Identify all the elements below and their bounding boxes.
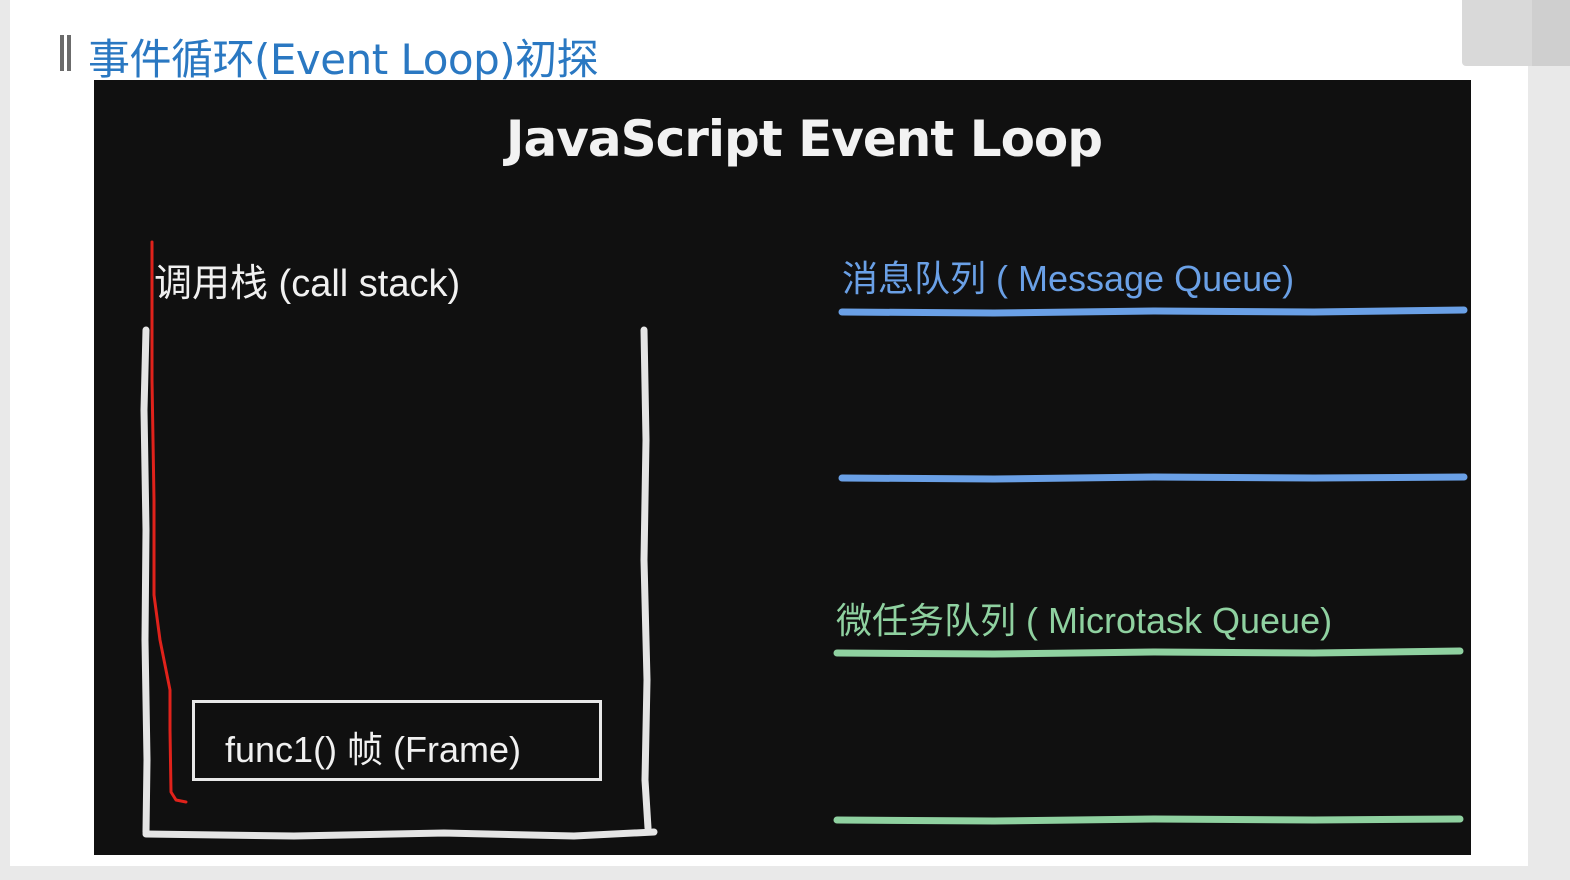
title-accent-bar xyxy=(60,35,71,71)
stack-frame: func1() 帧 (Frame) xyxy=(192,700,602,781)
call-stack-right-wall xyxy=(640,326,652,832)
event-loop-diagram: JavaScript Event Loop 调用栈 (call stack) f… xyxy=(94,80,1471,855)
call-stack-label: 调用栈 (call stack) xyxy=(154,263,461,305)
page-title: 事件循环(Event Loop)初探 xyxy=(88,35,599,84)
message-queue-label: 消息队列 ( Message Queue) xyxy=(842,258,1295,299)
message-queue-top-line xyxy=(838,306,1468,317)
microtask-queue-top-line xyxy=(833,647,1464,658)
stack-frame-label: func1() 帧 (Frame) xyxy=(225,729,522,770)
call-stack-bottom xyxy=(142,828,658,840)
red-annotation-stroke xyxy=(150,240,188,804)
corner-tab-edge xyxy=(1532,0,1570,66)
microtask-queue-bottom-line xyxy=(833,815,1464,825)
corner-tab[interactable] xyxy=(1462,0,1570,66)
message-queue-bottom-line xyxy=(838,473,1468,483)
call-stack-left-wall xyxy=(140,326,151,836)
microtask-queue-label: 微任务队列 ( Microtask Queue) xyxy=(836,600,1333,641)
